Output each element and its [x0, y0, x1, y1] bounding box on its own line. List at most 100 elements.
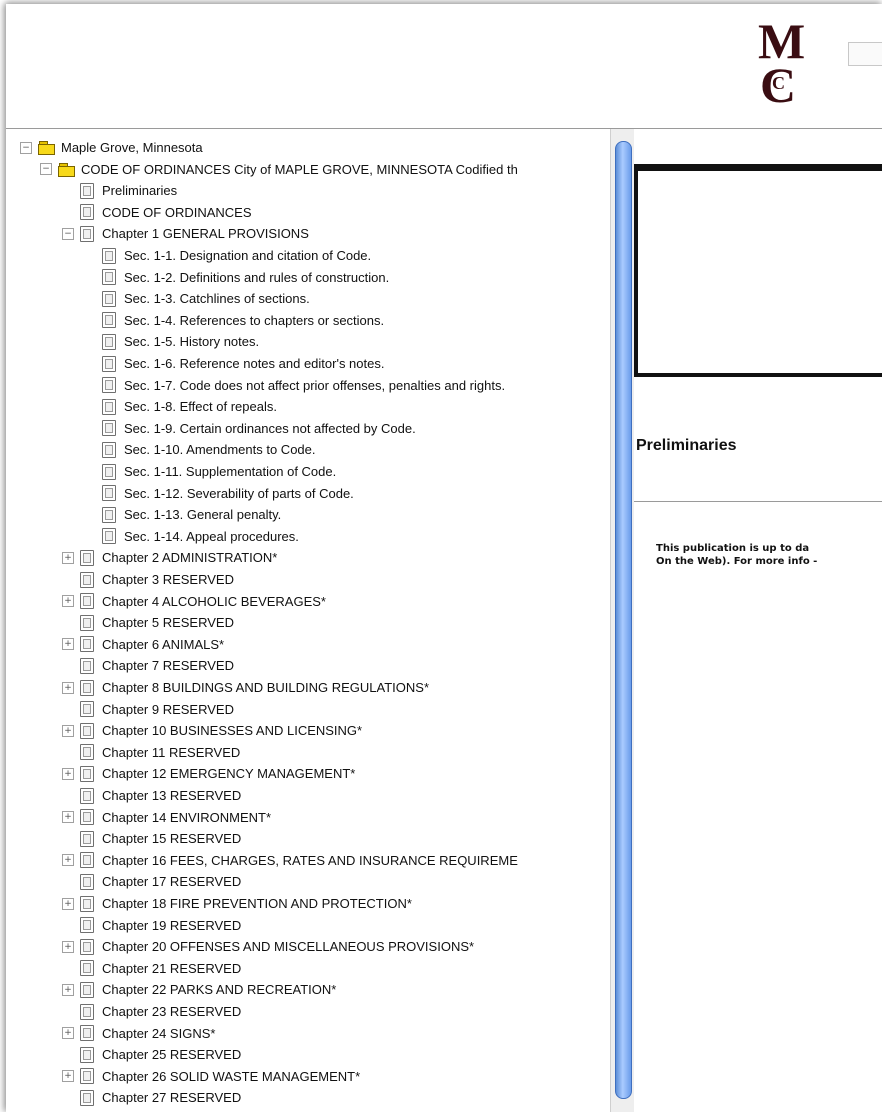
tree-node-chapter[interactable]: + Chapter 18 FIRE PREVENTION AND PROTECTI… [62, 893, 412, 914]
tree-scrollbar[interactable] [610, 129, 635, 1112]
tree-item-label[interactable]: Chapter 17 RESERVED [102, 874, 241, 889]
tree-item-label[interactable]: Chapter 12 EMERGENCY MANAGEMENT* [102, 766, 355, 781]
tree-item-section[interactable]: Sec. 1-14. Appeal procedures. [102, 526, 299, 547]
tree-item-label[interactable]: Sec. 1-7. Code does not affect prior off… [124, 378, 505, 393]
tree-item-label[interactable]: Sec. 1-2. Definitions and rules of const… [124, 270, 389, 285]
expand-icon[interactable]: + [62, 724, 74, 737]
tree-item-label[interactable]: Chapter 4 ALCOHOLIC BEVERAGES* [102, 594, 326, 609]
tree-item-section[interactable]: Sec. 1-1. Designation and citation of Co… [102, 245, 371, 266]
tree-item-preliminaries[interactable]: Preliminaries [62, 180, 177, 201]
tree-item-label[interactable]: Chapter 21 RESERVED [102, 961, 241, 976]
tree-item-chapter-reserved[interactable]: Chapter 3 RESERVED [62, 569, 234, 590]
tree-node-root[interactable]: − Maple Grove, Minnesota [20, 137, 203, 158]
tree-item-label[interactable]: Sec. 1-6. Reference notes and editor's n… [124, 356, 384, 371]
collapse-icon[interactable]: − [62, 227, 74, 240]
tree-item-label[interactable]: Chapter 23 RESERVED [102, 1004, 241, 1019]
tree-item-label[interactable]: Sec. 1-12. Severability of parts of Code… [124, 486, 354, 501]
tree-item-label[interactable]: Sec. 1-8. Effect of repeals. [124, 399, 277, 414]
tree-item-section[interactable]: Sec. 1-9. Certain ordinances not affecte… [102, 418, 416, 439]
tree-item-label[interactable]: Chapter 14 ENVIRONMENT* [102, 810, 271, 825]
header-search-box[interactable] [848, 42, 882, 66]
tree-item-section[interactable]: Sec. 1-4. References to chapters or sect… [102, 310, 384, 331]
tree-item-chapter-reserved[interactable]: Chapter 23 RESERVED [62, 1001, 241, 1022]
tree-item-label[interactable]: Sec. 1-9. Certain ordinances not affecte… [124, 421, 416, 436]
mc-logo[interactable]: M C C [758, 14, 805, 114]
tree-item-chapter-reserved[interactable]: Chapter 9 RESERVED [62, 699, 234, 720]
expand-icon[interactable]: + [62, 940, 74, 953]
expand-icon[interactable]: + [62, 1027, 74, 1040]
tree-node-code-of-ordinances[interactable]: − CODE OF ORDINANCES City of MAPLE GROVE,… [40, 159, 518, 180]
tree-item-section[interactable]: Sec. 1-11. Supplementation of Code. [102, 461, 336, 482]
tree-item-label[interactable]: Chapter 19 RESERVED [102, 918, 241, 933]
tree-node-chapter[interactable]: + Chapter 2 ADMINISTRATION* [62, 547, 277, 568]
tree-node-chapter[interactable]: + Chapter 10 BUSINESSES AND LICENSING* [62, 720, 362, 741]
tree-item-section[interactable]: Sec. 1-7. Code does not affect prior off… [102, 375, 505, 396]
tree-node-chapter-1[interactable]: − Chapter 1 GENERAL PROVISIONS [62, 223, 309, 244]
tree-item-label[interactable]: Chapter 27 RESERVED [102, 1090, 241, 1105]
tree-item-label[interactable]: Chapter 2 ADMINISTRATION* [102, 550, 277, 565]
tree-scrollbar-thumb[interactable] [615, 141, 632, 1099]
tree-item-section[interactable]: Sec. 1-8. Effect of repeals. [102, 396, 277, 417]
tree-item-label[interactable]: Sec. 1-13. General penalty. [124, 507, 281, 522]
tree-item-label[interactable]: CODE OF ORDINANCES City of MAPLE GROVE, … [81, 162, 518, 177]
tree-item-label[interactable]: Sec. 1-11. Supplementation of Code. [124, 464, 336, 479]
tree-item-section[interactable]: Sec. 1-2. Definitions and rules of const… [102, 267, 389, 288]
tree-item-label[interactable]: Chapter 25 RESERVED [102, 1047, 241, 1062]
tree-item-label[interactable]: Chapter 5 RESERVED [102, 615, 234, 630]
expand-icon[interactable]: + [62, 595, 74, 608]
tree-item-label[interactable]: Chapter 18 FIRE PREVENTION AND PROTECTIO… [102, 896, 412, 911]
tree-item-label[interactable]: Sec. 1-14. Appeal procedures. [124, 529, 299, 544]
expand-icon[interactable]: + [62, 1070, 74, 1083]
tree-item-chapter-reserved[interactable]: Chapter 25 RESERVED [62, 1044, 241, 1065]
tree-node-chapter[interactable]: + Chapter 12 EMERGENCY MANAGEMENT* [62, 763, 355, 784]
tree-item-label[interactable]: Chapter 9 RESERVED [102, 702, 234, 717]
tree-item-chapter-reserved[interactable]: Chapter 27 RESERVED [62, 1087, 241, 1108]
tree-item-label[interactable]: Chapter 10 BUSINESSES AND LICENSING* [102, 723, 362, 738]
tree-item-chapter-reserved[interactable]: Chapter 15 RESERVED [62, 828, 241, 849]
tree-item-section[interactable]: Sec. 1-6. Reference notes and editor's n… [102, 353, 384, 374]
tree-item-label[interactable]: Chapter 16 FEES, CHARGES, RATES AND INSU… [102, 853, 518, 868]
tree-node-chapter[interactable]: + Chapter 14 ENVIRONMENT* [62, 807, 271, 828]
tree-item-section[interactable]: Sec. 1-3. Catchlines of sections. [102, 288, 310, 309]
tree-item-label[interactable]: Chapter 6 ANIMALS* [102, 637, 224, 652]
expand-icon[interactable]: + [62, 681, 74, 694]
tree-item-section[interactable]: Sec. 1-13. General penalty. [102, 504, 281, 525]
tree-item-section[interactable]: Sec. 1-10. Amendments to Code. [102, 439, 316, 460]
expand-icon[interactable]: + [62, 854, 74, 867]
tree-item-code-of-ordinances[interactable]: CODE OF ORDINANCES [62, 202, 252, 223]
tree-node-chapter[interactable]: + Chapter 6 ANIMALS* [62, 634, 224, 655]
tree-item-label[interactable]: Chapter 13 RESERVED [102, 788, 241, 803]
tree-item-label[interactable]: CODE OF ORDINANCES [102, 205, 252, 220]
tree-item-section[interactable]: Sec. 1-5. History notes. [102, 331, 259, 352]
tree-item-label[interactable]: Chapter 26 SOLID WASTE MANAGEMENT* [102, 1069, 360, 1084]
tree-item-label[interactable]: Preliminaries [102, 183, 177, 198]
tree-item-chapter-reserved[interactable]: Chapter 13 RESERVED [62, 785, 241, 806]
tree-node-chapter[interactable]: + Chapter 16 FEES, CHARGES, RATES AND INS… [62, 850, 518, 871]
tree-item-chapter-reserved[interactable]: Chapter 5 RESERVED [62, 612, 234, 633]
tree-item-label[interactable]: Chapter 22 PARKS AND RECREATION* [102, 982, 336, 997]
tree-item-label[interactable]: Chapter 20 OFFENSES AND MISCELLANEOUS PR… [102, 939, 474, 954]
collapse-icon[interactable]: − [20, 141, 32, 154]
expand-icon[interactable]: + [62, 767, 74, 780]
tree-node-chapter[interactable]: + Chapter 8 BUILDINGS AND BUILDING REGULA… [62, 677, 429, 698]
tree-item-label[interactable]: Sec. 1-5. History notes. [124, 334, 259, 349]
tree-item-chapter-reserved[interactable]: Chapter 7 RESERVED [62, 655, 234, 676]
expand-icon[interactable]: + [62, 551, 74, 564]
tree-node-chapter[interactable]: + Chapter 24 SIGNS* [62, 1023, 215, 1044]
tree-item-label[interactable]: Chapter 11 RESERVED [102, 745, 240, 760]
collapse-icon[interactable]: − [40, 163, 52, 176]
tree-item-label[interactable]: Sec. 1-3. Catchlines of sections. [124, 291, 310, 306]
expand-icon[interactable]: + [62, 983, 74, 996]
tree-item-label[interactable]: Chapter 24 SIGNS* [102, 1026, 215, 1041]
tree-item-chapter-reserved[interactable]: Chapter 21 RESERVED [62, 958, 241, 979]
tree-node-chapter[interactable]: + Chapter 22 PARKS AND RECREATION* [62, 979, 336, 1000]
expand-icon[interactable]: + [62, 811, 74, 824]
tree-item-label[interactable]: Chapter 7 RESERVED [102, 658, 234, 673]
tree-item-label[interactable]: Sec. 1-1. Designation and citation of Co… [124, 248, 371, 263]
tree-item-chapter-reserved[interactable]: Chapter 17 RESERVED [62, 871, 241, 892]
tree-item-label[interactable]: Sec. 1-10. Amendments to Code. [124, 442, 316, 457]
tree-node-chapter[interactable]: + Chapter 4 ALCOHOLIC BEVERAGES* [62, 591, 326, 612]
tree-item-section[interactable]: Sec. 1-12. Severability of parts of Code… [102, 483, 354, 504]
expand-icon[interactable]: + [62, 638, 74, 651]
tree-item-label[interactable]: Maple Grove, Minnesota [61, 140, 203, 155]
